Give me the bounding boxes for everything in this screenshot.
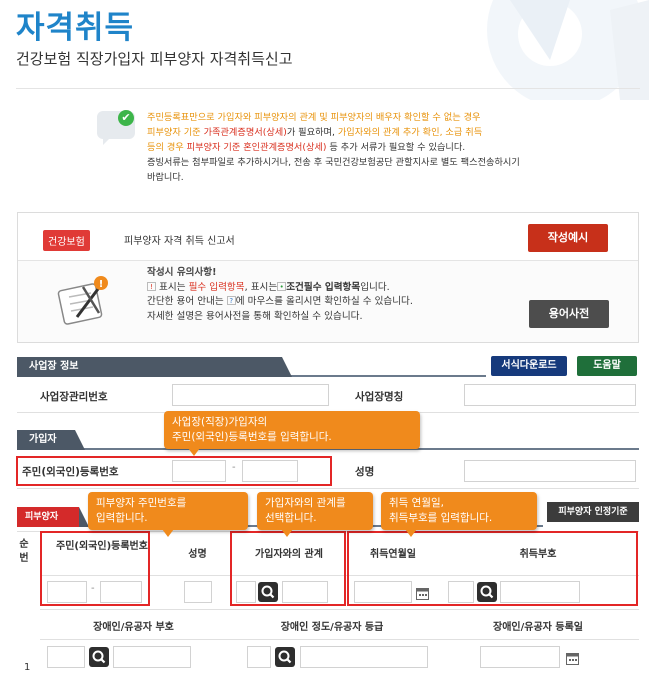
callout-date-code: 취득 연월일, 취득부호를 입력합니다.	[381, 492, 537, 537]
page-title: 자격취득	[16, 10, 135, 46]
page-subtitle: 건강보험 직장가입자 피부양자 자격취득신고	[16, 50, 293, 68]
section-title: 사업장 정보	[17, 357, 292, 377]
section-title: 피부양자	[17, 507, 89, 527]
info-text: 가 필요하며,	[286, 127, 338, 138]
disabled-code-input[interactable]	[47, 646, 85, 668]
notes-text: 입니다.	[360, 281, 390, 293]
row-number: 1	[24, 662, 31, 673]
conditional-mark-icon: •	[277, 281, 287, 291]
info-text: 등 추가 서류가 필요할 수 있습니다.	[326, 142, 466, 153]
divider	[17, 488, 639, 489]
info-line: 주민등록표만으로 가입자와 피부양자의 관계 및 피부양자의 배우자 확인할 수…	[147, 112, 481, 123]
notes: 작성시 유의사항! ! 표시는 필수 입력항목, 표시는 • 조건필수 입력항목입…	[147, 266, 517, 324]
notes-icon: !	[55, 273, 111, 327]
disabled-code-name-input[interactable]	[113, 646, 191, 668]
subscriber-rrn-back-input[interactable]	[242, 460, 298, 482]
category-badge: 건강보험	[43, 230, 90, 251]
rrn-dash: -	[232, 462, 236, 473]
notes-title: 작성시 유의사항!	[147, 267, 217, 278]
sample-button[interactable]: 작성예시	[528, 224, 608, 252]
divider	[40, 639, 639, 640]
info-line: 바랍니다.	[147, 172, 184, 183]
help-mark-icon: ?	[226, 296, 236, 305]
notes-line: ! 표시는 필수 입력항목, 표시는 • 조건필수 입력항목입니다.	[147, 281, 517, 296]
callout-relation: 가입자와의 관계를 선택합니다.	[257, 492, 373, 537]
info-notice: 주민등록표만으로 가입자와 피부양자의 관계 및 피부양자의 배우자 확인할 수…	[147, 110, 637, 185]
workplace-name-input[interactable]	[464, 384, 636, 406]
disabled-grade-name-input[interactable]	[300, 646, 428, 668]
highlight-box	[40, 531, 150, 606]
form-download-button[interactable]: 서식다운로드	[491, 356, 567, 376]
col-disabled-code-header: 장애인/유공자 부호	[93, 622, 174, 633]
notes-line: 간단한 용어 안내는 ? 에 마우스를 올리시면 확인하실 수 있습니다.	[147, 295, 517, 310]
form-title: 피부양자 자격 취득 신고서	[124, 236, 235, 247]
glossary-button[interactable]: 용어사전	[529, 300, 609, 328]
section-title: 가입자	[17, 430, 85, 450]
highlight-box	[230, 531, 346, 606]
subscriber-name-label: 성명	[355, 466, 375, 478]
section-header-workplace: 사업장 정보	[17, 357, 486, 377]
workplace-name-label: 사업장명칭	[355, 391, 404, 403]
notes-text: 간단한 용어 안내는	[147, 296, 227, 307]
disabled-grade-input[interactable]	[247, 646, 271, 668]
notes-text: , 표시는	[244, 281, 281, 293]
disabled-date-input[interactable]	[480, 646, 560, 668]
col-no-header: 순번	[19, 539, 29, 564]
divider	[40, 609, 639, 610]
callout-dependent-rrn: 피부양자 주민번호를 입력합니다.	[88, 492, 248, 537]
notes-line: 자세한 설명은 용어사전을 통해 확인하실 수 있습니다.	[147, 310, 363, 322]
info-text: 등의 경우	[147, 142, 187, 153]
info-highlight: 가족관계증명서(상세)	[203, 127, 287, 138]
workplace-mgmt-no-label: 사업장관리번호	[40, 391, 108, 403]
notes-text: 표시는	[156, 281, 189, 293]
search-icon[interactable]	[89, 647, 109, 667]
notes-conditional: 조건필수 입력항목	[286, 281, 361, 293]
col-disabled-date-header: 장애인/유공자 등록일	[493, 622, 583, 633]
info-highlight: 피부양자 기준 혼인관계증명서(상세)	[186, 142, 327, 153]
dependent-criteria-button[interactable]: 피부양자 인정기준	[547, 502, 639, 522]
divider	[16, 88, 640, 89]
help-button[interactable]: 도움말	[577, 356, 637, 376]
subscriber-rrn-label: 주민(외국인)등록번호	[22, 466, 119, 478]
check-icon: ✔	[118, 110, 134, 126]
required-mark-icon: !	[147, 281, 156, 291]
calendar-icon[interactable]	[566, 650, 579, 665]
col-disabled-grade-header: 장애인 정도/유공자 등급	[280, 622, 384, 633]
search-icon[interactable]	[275, 647, 295, 667]
info-text: 피부양자 기준	[147, 127, 204, 138]
highlight-box	[347, 531, 638, 606]
info-line: 증빙서류는 첨부파일로 추가하시거나, 전송 후 국민건강보험공단 관할지사로 …	[147, 157, 520, 168]
info-highlight: 가입자와의 관계 추가 확인, 소급 취득	[337, 127, 483, 138]
dep-name-input[interactable]	[184, 581, 212, 603]
callout-subscriber-rrn: 사업장(직장)가입자의 주민(외국인)등록번호를 입력합니다.	[164, 411, 420, 456]
info-line: 등의 경우 피부양자 기준 혼인관계증명서(상세) 등 추가 서류가 필요할 수…	[147, 140, 637, 155]
subscriber-rrn-front-input[interactable]	[172, 460, 226, 482]
svg-text:!: !	[99, 279, 104, 290]
background-logo	[470, 0, 649, 100]
subscriber-name-input[interactable]	[464, 460, 636, 482]
workplace-mgmt-no-input[interactable]	[172, 384, 329, 406]
col-name-header: 성명	[188, 549, 207, 560]
notes-required: 필수 입력항목	[188, 281, 245, 293]
info-line: 피부양자 기준 가족관계증명서(상세)가 필요하며, 가입자와의 관계 추가 확…	[147, 125, 637, 140]
notes-text: 에 마우스를 올리시면 확인하실 수 있습니다.	[235, 296, 413, 307]
